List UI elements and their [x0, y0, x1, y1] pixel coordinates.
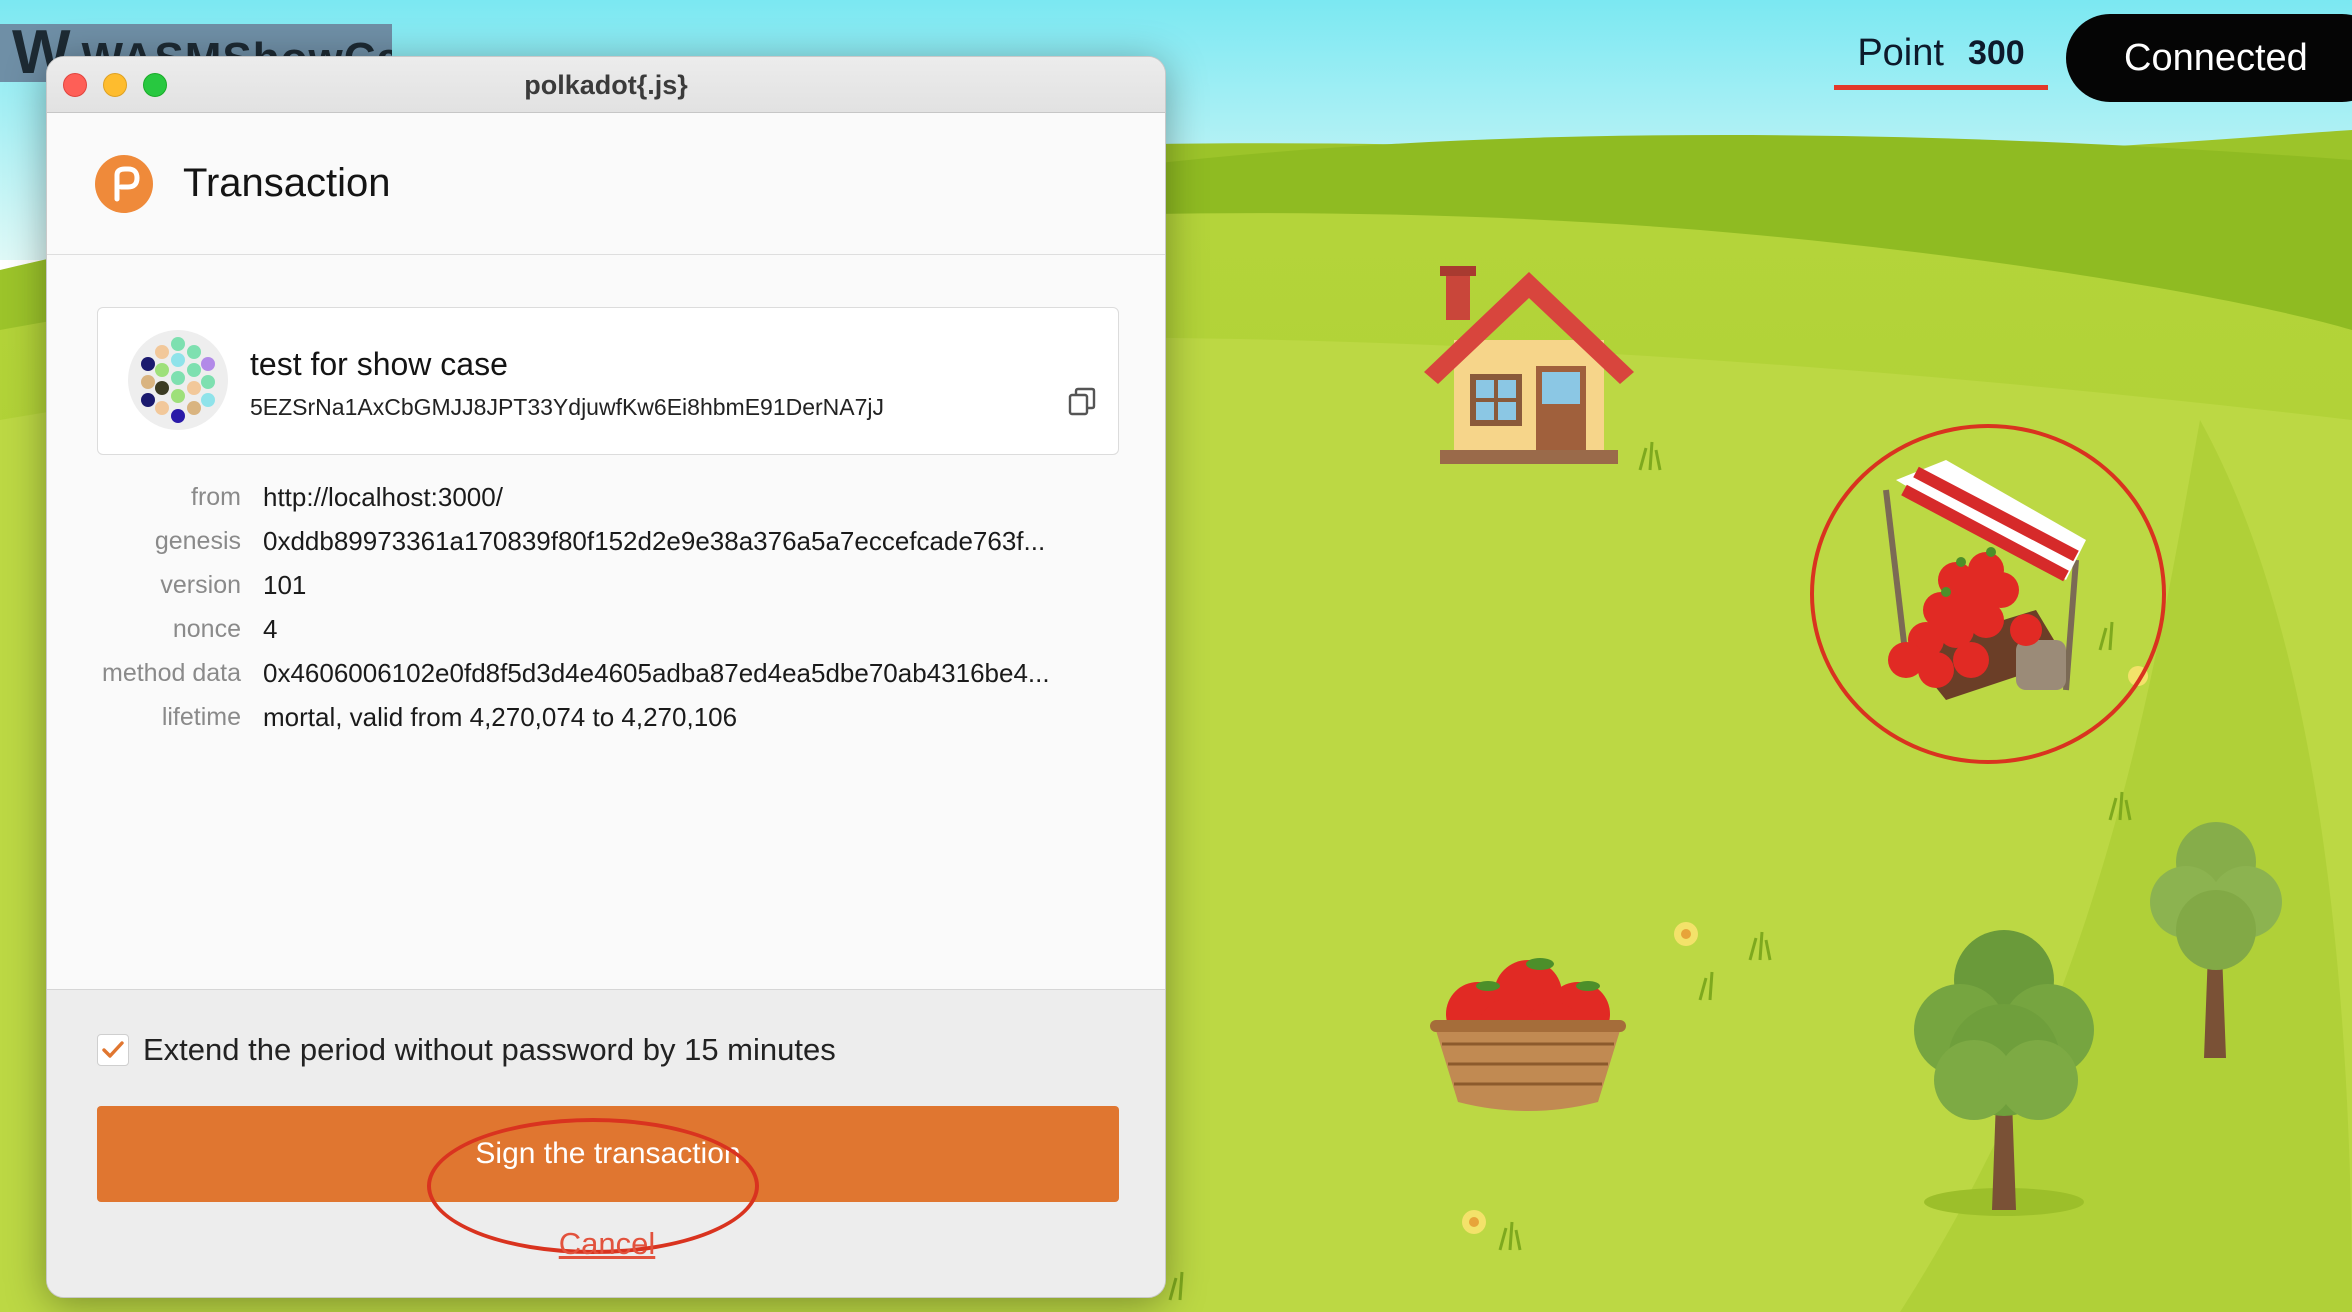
- window-title: polkadot{.js}: [524, 70, 688, 100]
- zoom-window-button[interactable]: [143, 73, 167, 97]
- checkmark-icon: [102, 1041, 124, 1058]
- apple-stand-sprite[interactable]: [1866, 460, 2096, 720]
- account-card: test for show case 5EZSrNa1AxCbGMJJ8JPT3…: [97, 307, 1119, 455]
- page-title: Transaction: [183, 161, 391, 205]
- account-address: 5EZSrNa1AxCbGMJJ8JPT33YdjuwfKw6Ei8hbmE91…: [250, 394, 885, 420]
- detail-value: mortal, valid from 4,270,074 to 4,270,10…: [263, 701, 738, 732]
- extend-period-label: Extend the period without password by 15…: [143, 1032, 836, 1067]
- detail-key: version: [160, 570, 241, 599]
- cancel-link[interactable]: Cancel: [47, 1226, 1165, 1262]
- signing-footer: Extend the period without password by 15…: [47, 989, 1165, 1297]
- extend-period-option: Extend the period without password by 15…: [97, 1032, 836, 1068]
- detail-key: nonce: [172, 614, 241, 643]
- detail-row-method-data: method data 0x4606006102e0fd8f5d3d4e4605…: [47, 651, 1165, 695]
- point-value: 300: [1967, 34, 2025, 72]
- detail-row-from: from http://localhost:3000/: [47, 475, 1165, 519]
- detail-row-genesis: genesis 0xddb89973361a170839f80f152d2e9e…: [47, 519, 1165, 563]
- sign-transaction-button[interactable]: Sign the transaction: [97, 1106, 1119, 1202]
- polkadot-logo-icon: [95, 154, 153, 213]
- window-controls: [63, 73, 167, 97]
- detail-row-lifetime: lifetime mortal, valid from 4,270,074 to…: [47, 695, 1165, 739]
- extension-header: Transaction: [47, 113, 1165, 255]
- window-titlebar: polkadot{.js}: [47, 57, 1165, 113]
- detail-row-nonce: nonce 4: [47, 607, 1165, 651]
- point-counter: Point 300: [1834, 22, 2048, 90]
- detail-value: 101: [263, 569, 307, 600]
- detail-value: 0xddb89973361a170839f80f152d2e9e38a376a5…: [263, 525, 1046, 556]
- minimize-window-button[interactable]: [103, 73, 127, 97]
- polkadot-extension-window: polkadot{.js} Transaction test for show …: [46, 56, 1166, 1298]
- extend-period-checkbox[interactable]: [97, 1034, 129, 1066]
- identicon-icon: [128, 330, 228, 430]
- point-label: Point: [1857, 32, 1944, 74]
- detail-value: http://localhost:3000/: [263, 481, 503, 512]
- detail-row-version: version 101: [47, 563, 1165, 607]
- detail-key: method data: [102, 658, 241, 687]
- apple-basket-sprite[interactable]: [1428, 924, 1628, 1114]
- copy-icon[interactable]: [1066, 386, 1098, 418]
- detail-value: 4: [263, 613, 278, 644]
- detail-value: 0x4606006102e0fd8f5d3d4e4605adba87ed4ea5…: [263, 657, 1050, 688]
- detail-key: genesis: [154, 526, 241, 555]
- connected-button[interactable]: Connected: [2066, 14, 2352, 102]
- house-sprite[interactable]: [1424, 260, 1634, 470]
- detail-key: from: [191, 482, 241, 511]
- close-window-button[interactable]: [63, 73, 87, 97]
- tree-sprite[interactable]: [1904, 920, 2104, 1220]
- detail-key: lifetime: [161, 702, 241, 731]
- account-name: test for show case: [250, 346, 508, 382]
- transaction-details: from http://localhost:3000/ genesis 0xdd…: [47, 475, 1165, 739]
- tree-sprite[interactable]: [2146, 812, 2286, 1072]
